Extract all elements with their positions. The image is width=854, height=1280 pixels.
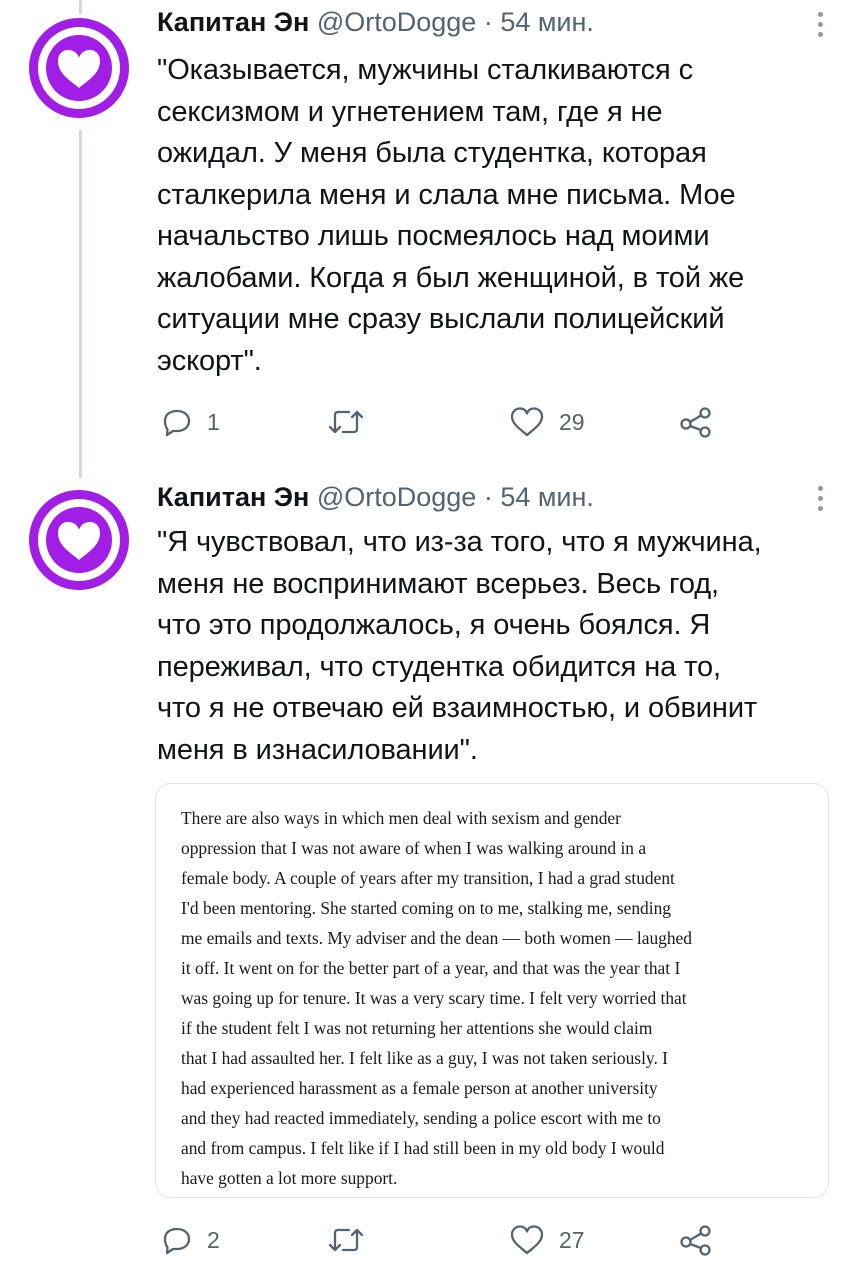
like-button[interactable]: 27 xyxy=(509,1220,585,1260)
tweet-header: Капитан Эн @OrtoDogge · 54 мин. xyxy=(157,480,594,514)
separator-dot: · xyxy=(483,482,493,512)
timestamp[interactable]: 54 мин. xyxy=(500,482,594,512)
reply-button[interactable]: 2 xyxy=(161,1220,220,1260)
like-button[interactable]: 29 xyxy=(509,402,585,442)
author-handle[interactable]: @OrtoDogge xyxy=(317,7,476,37)
tweet-header: Капитан Эн @OrtoDogge · 54 мин. xyxy=(157,5,594,39)
more-options-icon[interactable] xyxy=(816,12,824,42)
share-icon xyxy=(680,407,711,438)
tweet-text: "Я чувствовал, что из-за того, что я муж… xyxy=(157,526,762,766)
timestamp[interactable]: 54 мин. xyxy=(500,7,594,37)
retweet-icon xyxy=(328,410,364,434)
thread-line-1 xyxy=(79,130,82,478)
thread-line-top xyxy=(79,0,82,14)
reply-count: 1 xyxy=(207,408,220,435)
author-handle[interactable]: @OrtoDogge xyxy=(317,482,476,512)
reply-count: 2 xyxy=(207,1226,220,1253)
tweet-actions: 2 27 xyxy=(157,1220,757,1260)
reply-icon xyxy=(163,409,191,437)
more-options-icon[interactable] xyxy=(816,486,824,516)
tweet-text: "Оказывается, мужчины сталкиваются с сек… xyxy=(157,54,745,377)
author-name[interactable]: Капитан Эн xyxy=(157,7,309,37)
heart-logo-icon xyxy=(58,521,100,560)
avatar[interactable] xyxy=(29,18,129,118)
like-count: 29 xyxy=(559,408,585,435)
quoted-image-text: There are also ways in which men deal wi… xyxy=(181,808,692,1188)
heart-logo-icon xyxy=(58,49,100,88)
share-icon xyxy=(680,1225,711,1256)
share-button[interactable] xyxy=(679,1220,713,1260)
author-name[interactable]: Капитан Эн xyxy=(157,482,309,512)
reply-icon xyxy=(163,1227,191,1255)
like-icon xyxy=(510,1225,544,1255)
share-button[interactable] xyxy=(679,402,713,442)
retweet-icon xyxy=(328,1228,364,1252)
like-icon xyxy=(510,407,544,437)
retweet-button[interactable] xyxy=(327,1220,379,1260)
reply-button[interactable]: 1 xyxy=(161,402,220,442)
tweet-actions: 1 29 xyxy=(157,402,757,442)
quoted-image-card[interactable]: There are also ways in which men deal wi… xyxy=(155,783,829,1198)
separator-dot: · xyxy=(483,7,493,37)
retweet-button[interactable] xyxy=(327,402,379,442)
avatar[interactable] xyxy=(29,490,129,590)
like-count: 27 xyxy=(559,1226,585,1253)
